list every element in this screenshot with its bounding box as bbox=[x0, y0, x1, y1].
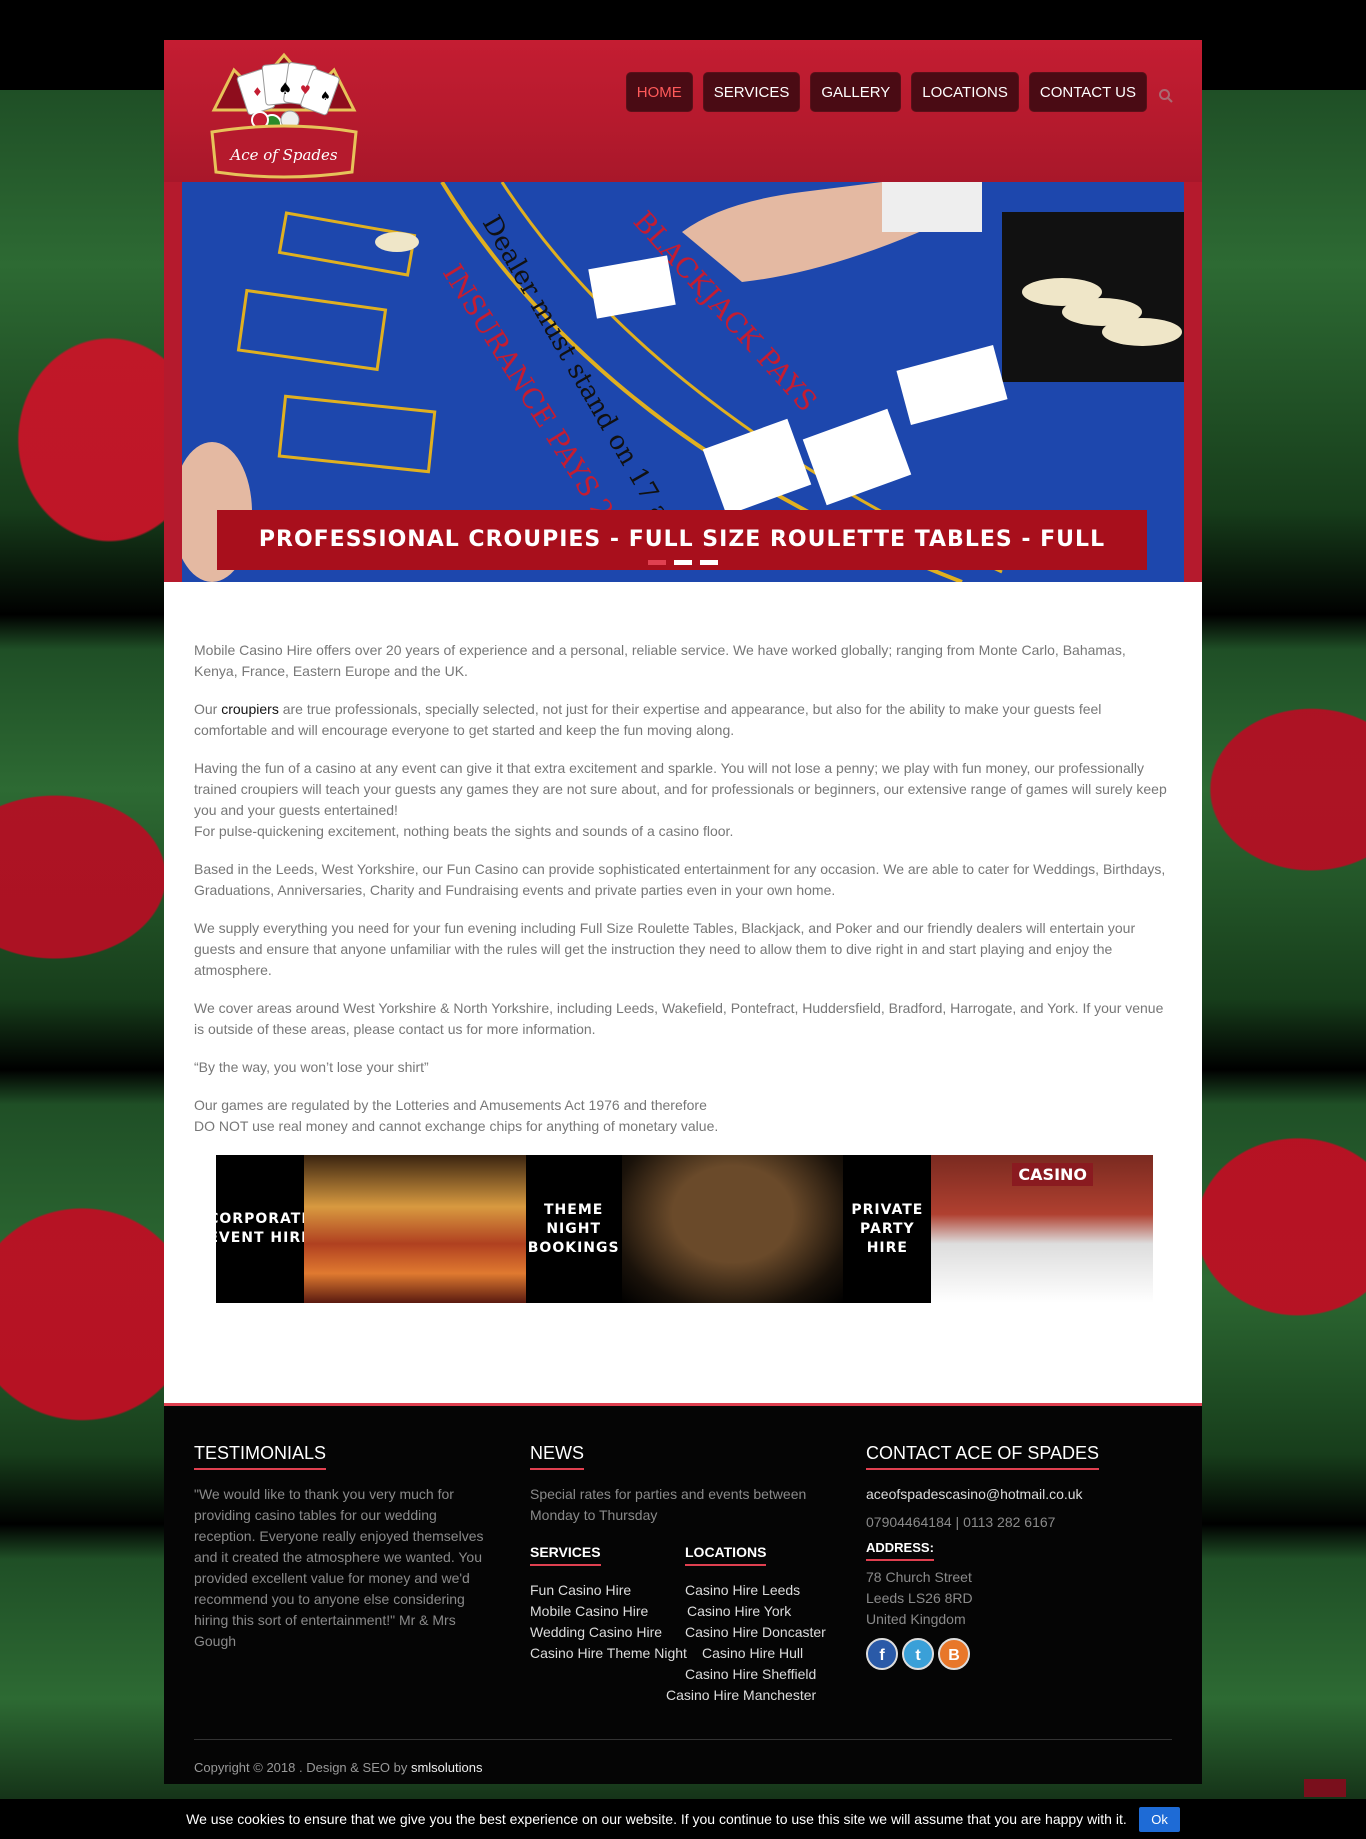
svg-text:♥: ♥ bbox=[300, 83, 311, 97]
nav-home[interactable]: HOME bbox=[625, 72, 693, 112]
contact-column: CONTACT ACE OF SPADES aceofspadescasino@… bbox=[866, 1443, 1166, 1670]
link-casino-hire-theme-night[interactable]: Casino Hire Theme Night bbox=[530, 1643, 687, 1664]
services-links: SERVICES Fun Casino Hire Mobile Casino H… bbox=[530, 1544, 687, 1664]
address-line-3: United Kingdom bbox=[866, 1611, 966, 1627]
contact-email[interactable]: aceofspadescasino@hotmail.co.uk bbox=[866, 1484, 1166, 1505]
nav-contact-us[interactable]: CONTACT US bbox=[1028, 72, 1147, 112]
twitter-icon[interactable]: t bbox=[902, 1638, 934, 1670]
hero-frame: Dealer must stand on 17 and INSURANCE PA… bbox=[164, 182, 1202, 582]
corporate-event-hire-label[interactable]: CORPORATE EVENT HIRE bbox=[208, 1155, 311, 1303]
logo-text: Ace of Spades bbox=[228, 146, 338, 164]
croupiers-link[interactable]: croupiers bbox=[221, 701, 279, 717]
card-player-image bbox=[621, 1155, 844, 1303]
theme-night-bookings-label[interactable]: THEME NIGHT BOOKINGS bbox=[525, 1155, 622, 1303]
services-heading: SERVICES bbox=[530, 1544, 601, 1566]
link-wedding-casino-hire[interactable]: Wedding Casino Hire bbox=[530, 1622, 687, 1643]
address-block: 78 Church Street Leeds LS26 8RD United K… bbox=[866, 1567, 1166, 1630]
nav-locations[interactable]: LOCATIONS bbox=[911, 72, 1019, 112]
news-column: NEWS Special rates for parties and event… bbox=[530, 1443, 830, 1724]
excitement-text: For pulse-quickening excitement, nothing… bbox=[194, 823, 734, 839]
croupiers-pre: Our bbox=[194, 701, 222, 717]
private-party-image: CASINO bbox=[931, 1155, 1154, 1303]
cookie-text: We use cookies to ensure that we give yo… bbox=[186, 1811, 1127, 1827]
slider-dots bbox=[648, 560, 718, 565]
slider-dot-2[interactable] bbox=[674, 560, 692, 565]
fun-text: Having the fun of a casino at any event … bbox=[194, 760, 1167, 818]
page-wrapper: ♠ ♦ ♥ ♠ Ace of Spades HOME SERVICES GALL… bbox=[164, 40, 1202, 1784]
svg-text:♦: ♦ bbox=[252, 85, 263, 99]
search-icon[interactable] bbox=[1158, 88, 1174, 104]
nav-gallery[interactable]: GALLERY bbox=[810, 72, 902, 112]
site-header: ♠ ♦ ♥ ♠ Ace of Spades HOME SERVICES GALL… bbox=[164, 40, 1202, 182]
link-casino-hire-york[interactable]: Casino Hire York bbox=[685, 1601, 826, 1622]
testimonials-heading: TESTIMONIALS bbox=[194, 1443, 327, 1470]
intro-paragraph: Mobile Casino Hire offers over 20 years … bbox=[194, 642, 1126, 679]
no-money-text: DO NOT use real money and cannot exchang… bbox=[194, 1118, 719, 1134]
address-heading: ADDRESS: bbox=[866, 1540, 934, 1561]
hero-slider[interactable]: Dealer must stand on 17 and INSURANCE PA… bbox=[182, 182, 1184, 582]
social-links: f t B bbox=[866, 1638, 1166, 1670]
services-banner: CORPORATE EVENT HIRE THEME NIGHT BOOKING… bbox=[208, 1155, 1154, 1303]
based-paragraph: Based in the Leeds, West Yorkshire, our … bbox=[194, 861, 1166, 898]
locations-links: LOCATIONS Casino Hire Leeds Casino Hire … bbox=[666, 1544, 826, 1706]
main-nav: HOME SERVICES GALLERY LOCATIONS CONTACT … bbox=[625, 72, 1147, 112]
cookie-ok-button[interactable]: Ok bbox=[1139, 1807, 1180, 1833]
address-line-1: 78 Church Street bbox=[866, 1569, 972, 1585]
link-fun-casino-hire[interactable]: Fun Casino Hire bbox=[530, 1580, 687, 1601]
blogger-icon[interactable]: B bbox=[938, 1638, 970, 1670]
private-party-hire-label[interactable]: PRIVATE PARTY HIRE bbox=[843, 1155, 932, 1303]
link-casino-hire-hull[interactable]: Casino Hire Hull bbox=[685, 1643, 826, 1664]
slider-dot-1[interactable] bbox=[648, 560, 666, 565]
croupiers-paragraph: Our croupiers are true professionals, sp… bbox=[194, 699, 1172, 741]
cookie-bar: We use cookies to ensure that we give yo… bbox=[0, 1799, 1366, 1839]
testimonials-column: TESTIMONIALS "We would like to thank you… bbox=[194, 1443, 484, 1652]
copyright: Copyright © 2018 . Design & SEO by smlso… bbox=[194, 1760, 483, 1775]
site-footer: TESTIMONIALS "We would like to thank you… bbox=[164, 1403, 1202, 1784]
nav-services[interactable]: SERVICES bbox=[702, 72, 801, 112]
copyright-text: Copyright © 2018 . Design & SEO by bbox=[194, 1760, 411, 1775]
svg-text:♠: ♠ bbox=[278, 79, 292, 98]
slider-dot-3[interactable] bbox=[700, 560, 718, 565]
locations-heading: LOCATIONS bbox=[685, 1544, 767, 1566]
quote-paragraph: “By the way, you won’t lose your shirt” bbox=[194, 1059, 429, 1075]
contact-heading: CONTACT ACE OF SPADES bbox=[866, 1443, 1100, 1470]
regulation-paragraph: Our games are regulated by the Lotteries… bbox=[194, 1095, 1172, 1137]
svg-text:♠: ♠ bbox=[320, 89, 331, 103]
news-heading: NEWS bbox=[530, 1443, 584, 1470]
credit-link[interactable]: smlsolutions bbox=[411, 1760, 483, 1775]
fun-paragraph: Having the fun of a casino at any event … bbox=[194, 758, 1172, 842]
facebook-icon[interactable]: f bbox=[866, 1638, 898, 1670]
link-casino-hire-sheffield[interactable]: Casino Hire Sheffield bbox=[685, 1664, 826, 1685]
areas-paragraph: We cover areas around West Yorkshire & N… bbox=[194, 1000, 1164, 1037]
footer-divider bbox=[194, 1739, 1172, 1740]
casino-sign: CASINO bbox=[1012, 1163, 1094, 1186]
news-text: Special rates for parties and events bet… bbox=[530, 1486, 807, 1523]
link-casino-hire-leeds[interactable]: Casino Hire Leeds bbox=[685, 1580, 826, 1601]
casino-floor-image bbox=[304, 1155, 526, 1303]
testimonial-text: "We would like to thank you very much fo… bbox=[194, 1486, 484, 1649]
link-casino-hire-manchester[interactable]: Casino Hire Manchester bbox=[666, 1685, 826, 1706]
link-mobile-casino-hire[interactable]: Mobile Casino Hire bbox=[530, 1601, 687, 1622]
footer-links: SERVICES Fun Casino Hire Mobile Casino H… bbox=[530, 1544, 830, 1724]
contact-phones: 07904464184 | 0113 282 6167 bbox=[866, 1514, 1056, 1530]
logo[interactable]: ♠ ♦ ♥ ♠ Ace of Spades bbox=[194, 50, 374, 182]
supply-paragraph: We supply everything you need for your f… bbox=[194, 920, 1136, 978]
main-content: Mobile Casino Hire offers over 20 years … bbox=[164, 582, 1202, 1403]
croupiers-post: are true professionals, specially select… bbox=[194, 701, 1102, 738]
address-line-2: Leeds LS26 8RD bbox=[866, 1590, 973, 1606]
link-casino-hire-doncaster[interactable]: Casino Hire Doncaster bbox=[685, 1622, 826, 1643]
scroll-to-top-button[interactable] bbox=[1304, 1779, 1346, 1797]
regulation-text: Our games are regulated by the Lotteries… bbox=[194, 1097, 707, 1113]
